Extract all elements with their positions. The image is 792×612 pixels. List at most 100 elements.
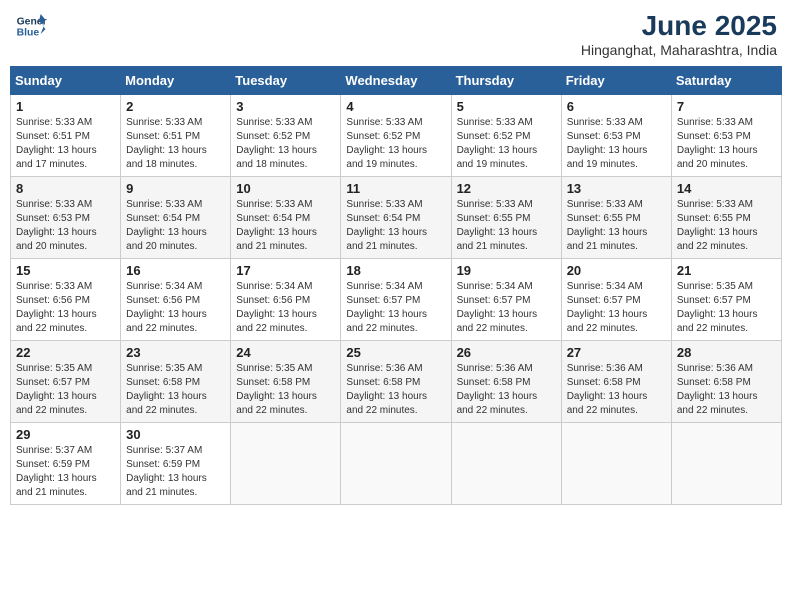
day-info-line: Daylight: 13 hours [346, 390, 445, 404]
day-info: Sunrise: 5:33 AMSunset: 6:51 PMDaylight:… [16, 116, 115, 172]
day-info-line: Daylight: 13 hours [16, 472, 115, 486]
day-info-line: Daylight: 13 hours [677, 390, 776, 404]
day-number: 16 [126, 263, 225, 278]
day-number: 4 [346, 99, 445, 114]
day-info-line: Sunset: 6:58 PM [457, 376, 556, 390]
calendar-row: 22Sunrise: 5:35 AMSunset: 6:57 PMDayligh… [11, 341, 782, 423]
day-info: Sunrise: 5:37 AMSunset: 6:59 PMDaylight:… [126, 444, 225, 500]
calendar-table: Sunday Monday Tuesday Wednesday Thursday… [10, 66, 782, 505]
day-number: 7 [677, 99, 776, 114]
day-info-line: Daylight: 13 hours [457, 226, 556, 240]
day-info-line: Sunrise: 5:35 AM [16, 362, 115, 376]
day-info: Sunrise: 5:34 AMSunset: 6:57 PMDaylight:… [457, 280, 556, 336]
day-info-line: Daylight: 13 hours [677, 226, 776, 240]
day-info-line: Sunset: 6:57 PM [457, 294, 556, 308]
day-number: 28 [677, 345, 776, 360]
day-info-line: Sunset: 6:58 PM [236, 376, 335, 390]
day-info-line: Sunrise: 5:33 AM [567, 116, 666, 130]
day-info-line: Sunrise: 5:34 AM [457, 280, 556, 294]
day-info-line: Sunrise: 5:37 AM [126, 444, 225, 458]
day-number: 8 [16, 181, 115, 196]
day-info-line: and 22 minutes. [236, 322, 335, 336]
day-info: Sunrise: 5:36 AMSunset: 6:58 PMDaylight:… [677, 362, 776, 418]
day-info-line: Sunset: 6:56 PM [126, 294, 225, 308]
day-number: 17 [236, 263, 335, 278]
day-info: Sunrise: 5:34 AMSunset: 6:57 PMDaylight:… [346, 280, 445, 336]
day-info-line: and 20 minutes. [126, 240, 225, 254]
day-info: Sunrise: 5:36 AMSunset: 6:58 PMDaylight:… [457, 362, 556, 418]
day-info-line: Daylight: 13 hours [457, 144, 556, 158]
table-row: 13 Sunrise: 5:33 AMSunset: 6:55 PMDayligh… [561, 177, 671, 259]
day-info-line: and 18 minutes. [236, 158, 335, 172]
day-info-line: Sunset: 6:55 PM [677, 212, 776, 226]
day-number: 18 [346, 263, 445, 278]
day-info-line: Sunset: 6:52 PM [236, 130, 335, 144]
table-row: 20Sunrise: 5:34 AMSunset: 6:57 PMDayligh… [561, 259, 671, 341]
day-number: 21 [677, 263, 776, 278]
table-row: 15Sunrise: 5:33 AMSunset: 6:56 PMDayligh… [11, 259, 121, 341]
calendar-row: 8 Sunrise: 5:33 AM Sunset: 6:53 PM Daylight… [11, 177, 782, 259]
day-info-line: Sunset: 6:57 PM [677, 294, 776, 308]
day-info-line: Daylight: 13 hours [236, 144, 335, 158]
day-info-line: Sunrise: 5:33 AM [236, 116, 335, 130]
col-friday: Friday [561, 67, 671, 95]
day-info: Sunrise: 5:35 AMSunset: 6:58 PMDaylight:… [126, 362, 225, 418]
day-info-line: Daylight: 13 hours [126, 472, 225, 486]
day-info-line: Daylight: 13 hours [457, 308, 556, 322]
day-number: 29 [16, 427, 115, 442]
day-info-line: and 21 minutes. [16, 486, 115, 500]
title-area: June 2025 Hinganghat, Maharashtra, India [581, 10, 777, 58]
table-row: 29Sunrise: 5:37 AMSunset: 6:59 PMDayligh… [11, 423, 121, 505]
day-info-line: Sunset: 6:54 PM [346, 212, 445, 226]
day-info-line: Sunrise: 5:33 AM [457, 198, 556, 212]
day-info-line: Daylight: 13 hours [567, 144, 666, 158]
day-info-line: and 20 minutes. [677, 158, 776, 172]
day-info: Sunrise: 5:33 AMSunset: 6:52 PMDaylight:… [457, 116, 556, 172]
day-info-line: and 18 minutes. [126, 158, 225, 172]
day-info-line: and 22 minutes. [346, 404, 445, 418]
day-info-line: Daylight: 13 hours [567, 308, 666, 322]
table-row [671, 423, 781, 505]
day-info-line: and 19 minutes. [346, 158, 445, 172]
day-info-line: and 22 minutes. [457, 322, 556, 336]
day-info: Sunrise: 5:35 AMSunset: 6:58 PMDaylight:… [236, 362, 335, 418]
day-info-line: Sunrise: 5:33 AM [346, 116, 445, 130]
day-info-line: Sunrise: 5:34 AM [346, 280, 445, 294]
day-info-line: Sunrise: 5:35 AM [677, 280, 776, 294]
day-info-line: Daylight: 13 hours [567, 226, 666, 240]
table-row: 28 Sunrise: 5:36 AMSunset: 6:58 PMDayligh… [671, 341, 781, 423]
day-info-line: and 21 minutes. [126, 486, 225, 500]
day-info-line: Sunrise: 5:36 AM [567, 362, 666, 376]
day-info: Sunrise: 5:35 AMSunset: 6:57 PMDaylight:… [16, 362, 115, 418]
day-info: Sunrise: 5:33 AMSunset: 6:55 PMDaylight:… [677, 198, 776, 254]
table-row: 23Sunrise: 5:35 AMSunset: 6:58 PMDayligh… [121, 341, 231, 423]
day-info-line: and 22 minutes. [346, 322, 445, 336]
table-row: 7 Sunrise: 5:33 AMSunset: 6:53 PMDaylight… [671, 95, 781, 177]
day-info-line: Sunset: 6:53 PM [16, 212, 115, 226]
logo-icon: General Blue [15, 10, 47, 42]
day-info: Sunrise: 5:34 AMSunset: 6:56 PMDaylight:… [126, 280, 225, 336]
day-info-line: and 22 minutes. [677, 240, 776, 254]
day-info-line: Sunset: 6:57 PM [16, 376, 115, 390]
day-number: 13 [567, 181, 666, 196]
col-monday: Monday [121, 67, 231, 95]
day-info-line: Sunrise: 5:33 AM [16, 116, 115, 130]
day-info-line: Sunset: 6:52 PM [457, 130, 556, 144]
day-info-line: Daylight: 13 hours [16, 308, 115, 322]
day-info-line: and 22 minutes. [126, 404, 225, 418]
day-info-line: and 17 minutes. [16, 158, 115, 172]
table-row: 1Sunrise: 5:33 AMSunset: 6:51 PMDaylight… [11, 95, 121, 177]
day-info-line: Sunset: 6:57 PM [346, 294, 445, 308]
day-info-line: Daylight: 13 hours [126, 390, 225, 404]
svg-text:Blue: Blue [17, 28, 40, 39]
table-row: 16 Sunrise: 5:34 AMSunset: 6:56 PMDayligh… [121, 259, 231, 341]
day-info: Sunrise: 5:33 AMSunset: 6:53 PMDaylight:… [677, 116, 776, 172]
day-info: Sunrise: 5:33 AMSunset: 6:51 PMDaylight:… [126, 116, 225, 172]
day-info-line: and 22 minutes. [457, 404, 556, 418]
day-number: 3 [236, 99, 335, 114]
day-info-line: Daylight: 13 hours [346, 144, 445, 158]
day-info-line: Sunset: 6:58 PM [126, 376, 225, 390]
day-info: Sunrise: 5:33 AMSunset: 6:55 PMDaylight:… [567, 198, 666, 254]
day-info-line: Sunrise: 5:33 AM [457, 116, 556, 130]
day-number: 14 [677, 181, 776, 196]
